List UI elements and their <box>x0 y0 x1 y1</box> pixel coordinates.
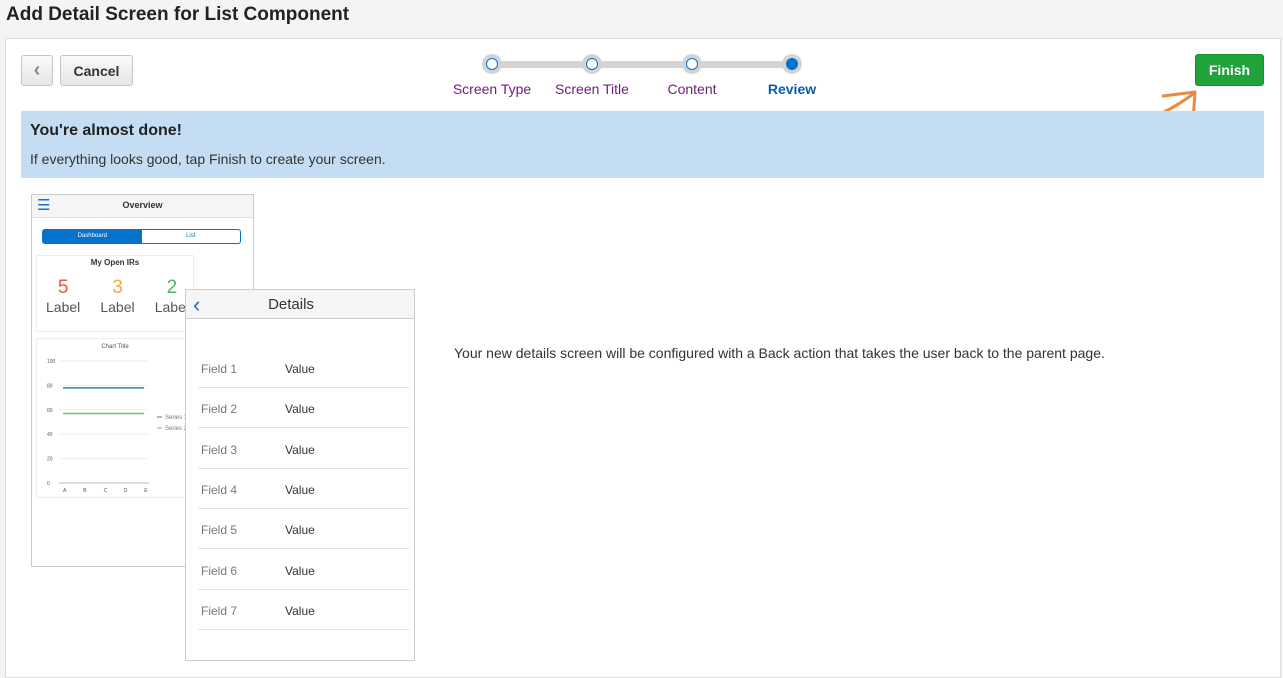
x-tick-label: C <box>104 488 108 494</box>
cancel-button[interactable]: Cancel <box>60 55 133 86</box>
field-label: Field 7 <box>201 603 238 618</box>
back-button[interactable]: ‹ <box>21 55 53 86</box>
step-dot-review[interactable] <box>782 54 802 74</box>
metric-label: Label <box>100 299 135 315</box>
metric-label: Label <box>154 299 189 315</box>
step-dot-screen-title[interactable] <box>582 54 602 74</box>
y-tick-label: 80 <box>47 383 53 389</box>
y-tick-label: 60 <box>47 408 53 414</box>
field-row: Field 5 Value <box>198 508 410 550</box>
y-tick-label: 20 <box>47 457 53 463</box>
field-row: Field 4 Value <box>198 468 410 509</box>
field-row: Field 7 Value <box>198 589 410 630</box>
step-review[interactable]: Review <box>732 81 852 97</box>
field-value: Value <box>285 563 315 578</box>
field-row: Field 3 Value <box>198 428 410 469</box>
x-tick-label: E <box>144 488 148 494</box>
metric-value: 5 <box>57 277 69 298</box>
info-message: Your new details screen will be configur… <box>454 345 1105 361</box>
field-value: Value <box>285 402 315 417</box>
detail-screen-preview: ‹ Details Field 1 Value Field 2 Value Field … <box>185 289 415 661</box>
field-row: Field 1 Value <box>198 347 410 388</box>
mini-chart: 020406080100A B C D ESeries 1Series 2 <box>47 359 188 494</box>
metric-value: 3 <box>112 277 123 298</box>
field-value: Value <box>285 603 315 618</box>
field-value: Value <box>285 442 315 457</box>
field-label: Field 1 <box>201 362 238 376</box>
field-label: Field 5 <box>201 523 238 538</box>
metric-label: Label <box>46 299 81 315</box>
step-dot-content[interactable] <box>682 54 702 74</box>
field-row: Field 2 Value <box>198 387 410 429</box>
progress-track <box>492 61 792 68</box>
step-dot-screen-type[interactable] <box>482 54 502 74</box>
field-label: Field 6 <box>201 563 238 578</box>
tab-dashboard: Dashboard <box>43 230 142 243</box>
field-row: Field 6 Value <box>198 549 410 590</box>
chevron-left-icon: ‹ <box>33 59 41 81</box>
detail-title: Details <box>268 296 314 313</box>
y-tick-label: 40 <box>47 432 53 438</box>
field-label: Field 2 <box>201 402 238 417</box>
page-title: Add Detail Screen for List Component <box>6 4 350 25</box>
field-label: Field 3 <box>201 442 238 457</box>
field-label: Field 4 <box>201 482 238 497</box>
x-tick-label: B <box>83 488 87 494</box>
field-value: Value <box>285 362 315 376</box>
preview-title: Overview <box>122 200 163 210</box>
x-tick-label: D <box>124 488 128 494</box>
banner-title: You're almost done! <box>30 122 182 139</box>
finish-button[interactable]: Finish <box>1195 54 1264 86</box>
y-tick-label: 0 <box>47 481 50 487</box>
card-title: My Open IRs <box>90 258 140 267</box>
field-value: Value <box>285 523 315 538</box>
metric-value: 2 <box>166 277 178 298</box>
info-banner: You're almost done! If everything looks … <box>21 111 1264 178</box>
y-tick-label: 100 <box>47 359 56 365</box>
banner-text: If everything looks good, tap Finish to … <box>30 151 386 167</box>
field-value: Value <box>285 482 315 497</box>
tab-list: List <box>186 233 196 239</box>
x-tick-label: A <box>63 488 67 494</box>
